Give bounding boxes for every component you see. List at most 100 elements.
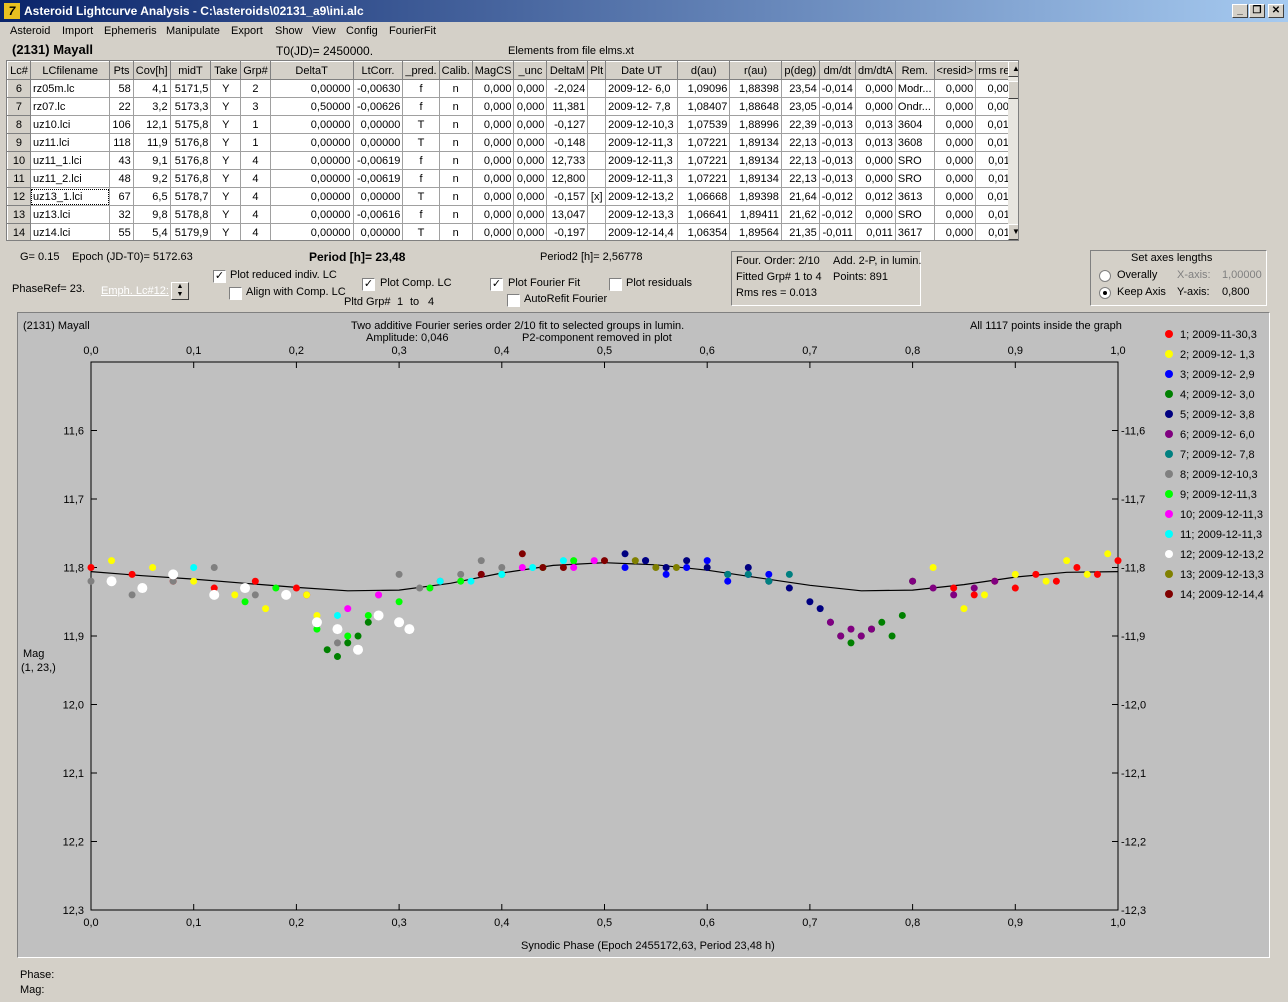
period2-label[interactable]: Period2 [h]= 2,56778 [540, 251, 642, 263]
table-cell[interactable]: 1,07539 [677, 115, 731, 134]
table-cell[interactable]: 13,047 [546, 205, 589, 224]
menu-asteroid[interactable]: Asteroid [10, 25, 50, 37]
table-cell[interactable]: 0,000 [933, 205, 977, 224]
row-header[interactable]: 10 [7, 151, 31, 170]
table-cell[interactable]: 2009-12-10,3 [605, 115, 679, 134]
table-cell[interactable]: uz11.lci [29, 133, 111, 152]
table-cell[interactable]: 2009-12-13,2 [605, 187, 679, 206]
table-cell[interactable]: 1,89134 [729, 169, 782, 188]
table-cell[interactable]: 22,13 [780, 151, 820, 170]
table-cell[interactable]: Y [210, 223, 242, 240]
table-cell[interactable]: 23,05 [780, 97, 820, 116]
column-header[interactable]: DeltaM [546, 61, 589, 80]
column-header[interactable]: Cov[h] [132, 61, 171, 80]
table-cell[interactable]: 0,000 [513, 97, 548, 116]
table-cell[interactable]: Y [210, 169, 242, 188]
table-cell[interactable]: 67 [109, 187, 134, 206]
table-cell[interactable]: 48 [109, 169, 134, 188]
table-cell[interactable]: 0,00000 [352, 223, 404, 240]
column-header[interactable]: Date UT [605, 61, 679, 80]
table-cell[interactable] [587, 169, 607, 188]
column-header[interactable]: dm/dt [818, 61, 856, 80]
autorefit-checkbox[interactable] [507, 294, 520, 307]
table-cell[interactable]: 11,381 [546, 97, 589, 116]
align-checkbox[interactable] [229, 287, 242, 300]
table-cell[interactable]: 0,000 [933, 169, 977, 188]
table-cell[interactable]: 1,07221 [677, 169, 731, 188]
table-cell[interactable]: 12,800 [546, 169, 589, 188]
table-cell[interactable]: 9,1 [132, 151, 171, 170]
table-cell[interactable]: 1,07221 [677, 151, 731, 170]
table-cell[interactable]: n [438, 169, 473, 188]
table-cell[interactable]: SRO [894, 205, 935, 224]
table-cell[interactable]: 21,35 [780, 223, 820, 240]
table-cell[interactable]: f [402, 97, 440, 116]
table-cell[interactable]: 0,000 [471, 223, 515, 240]
table-row[interactable]: 9 uz11.lci 118 11,9 5176,8 Y 1 0,00000 0,00000 Tn… [7, 133, 1018, 152]
y-axis-value[interactable]: 0,800 [1222, 286, 1250, 298]
table-cell[interactable]: 0,00000 [269, 205, 354, 224]
row-header[interactable]: 7 [7, 97, 31, 116]
table-cell[interactable]: 0,00000 [269, 169, 354, 188]
table-cell[interactable]: 0,00000 [269, 187, 354, 206]
menu-manipulate[interactable]: Manipulate [166, 25, 220, 37]
table-cell[interactable]: 0,000 [513, 115, 548, 134]
table-cell[interactable]: 1,88996 [729, 115, 782, 134]
table-cell[interactable]: 4,1 [132, 79, 171, 98]
table-cell[interactable]: 4 [240, 169, 271, 188]
column-header[interactable]: midT [169, 61, 212, 80]
table-cell[interactable]: 2009-12-11,3 [605, 133, 679, 152]
table-cell[interactable]: 2009-12-13,3 [605, 205, 679, 224]
table-cell[interactable]: Y [210, 97, 242, 116]
table-cell[interactable]: uz11_1.lci [29, 151, 111, 170]
x-axis-value[interactable]: 1,00000 [1222, 269, 1262, 281]
menu-fourierfit[interactable]: FourierFit [389, 25, 436, 37]
column-header[interactable]: <resid> [933, 61, 977, 80]
column-header[interactable]: Plt [587, 61, 607, 80]
table-cell[interactable]: 0,000 [471, 133, 515, 152]
table-cell[interactable] [587, 97, 607, 116]
table-cell[interactable]: Ondr... [894, 97, 935, 116]
table-cell[interactable]: 43 [109, 151, 134, 170]
table-cell[interactable] [587, 151, 607, 170]
table-cell[interactable]: 1,89411 [729, 205, 782, 224]
lightcurve-plot[interactable]: 0,0 0,0 0,1 0,1 0,2 0,2 0,3 0,3 0,4 0,4 0,5 0,5 0,6 0… [18, 313, 1269, 957]
table-cell[interactable]: 9,8 [132, 205, 171, 224]
table-cell[interactable]: -2,024 [546, 79, 589, 98]
table-cell[interactable]: 5173,3 [169, 97, 212, 116]
table-cell[interactable]: 0,00000 [352, 187, 404, 206]
table-cell[interactable]: -0,014 [818, 79, 856, 98]
table-cell[interactable]: -0,00630 [352, 79, 404, 98]
table-cell[interactable]: 4 [240, 223, 271, 240]
column-header[interactable]: Rem. [894, 61, 935, 80]
table-cell[interactable]: 0,000 [471, 97, 515, 116]
table-cell[interactable]: -0,014 [818, 97, 856, 116]
plot-comp-checkbox[interactable]: ✓ [362, 278, 375, 291]
menu-show[interactable]: Show [275, 25, 303, 37]
table-cell[interactable]: 0,000 [933, 115, 977, 134]
table-cell[interactable]: -0,157 [546, 187, 589, 206]
table-cell[interactable]: SRO [894, 151, 935, 170]
table-cell[interactable]: 1 [240, 115, 271, 134]
table-cell[interactable]: 1,06641 [677, 205, 731, 224]
table-row[interactable]: 6 rz05m.lc 58 4,1 5171,5 Y 2 0,00000 -0,00630 f n 0… [7, 79, 1018, 98]
table-scrollbar[interactable]: ▲ ▼ [1008, 61, 1018, 240]
table-cell[interactable]: 1,88398 [729, 79, 782, 98]
column-header[interactable]: MagCS [471, 61, 515, 80]
table-cell[interactable]: n [438, 79, 473, 98]
table-cell[interactable]: 5176,8 [169, 169, 212, 188]
table-cell[interactable]: 3,2 [132, 97, 171, 116]
row-header[interactable]: 9 [7, 133, 31, 152]
table-cell[interactable]: -0,013 [818, 151, 856, 170]
table-cell[interactable]: 0,00000 [352, 115, 404, 134]
table-cell[interactable]: [x] [587, 187, 607, 206]
table-cell[interactable]: uz14.lci [29, 223, 111, 240]
table-cell[interactable]: 3617 [894, 223, 935, 240]
table-cell[interactable]: -0,00619 [352, 169, 404, 188]
table-cell[interactable]: 0,000 [471, 205, 515, 224]
table-cell[interactable]: SRO [894, 169, 935, 188]
table-cell[interactable]: 22,13 [780, 169, 820, 188]
plot-residuals-checkbox[interactable] [609, 278, 622, 291]
table-cell[interactable]: 22,13 [780, 133, 820, 152]
table-cell[interactable]: Y [210, 151, 242, 170]
